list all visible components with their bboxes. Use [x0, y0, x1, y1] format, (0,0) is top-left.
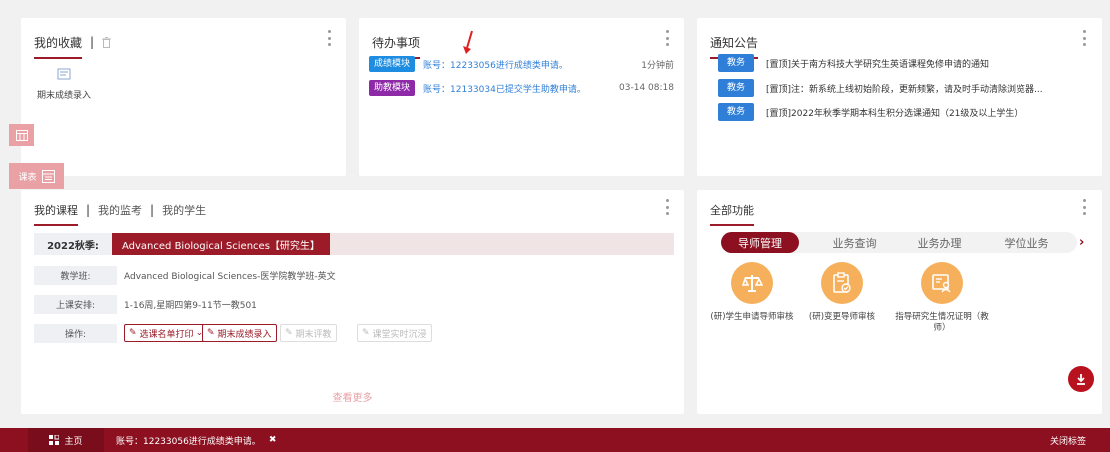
notice-text[interactable]: [置顶]关于南方科技大学研究生英语课程免修申请的通知	[766, 57, 989, 70]
functions-header: 全部功能	[710, 200, 754, 226]
course-title[interactable]: Advanced Biological Sciences【研究生】	[112, 233, 330, 255]
roster-print-button[interactable]: ✎ 选课名单打印 ⌄	[124, 324, 209, 342]
close-tabs-button[interactable]: 关闭标签	[1050, 428, 1086, 452]
grade-entry-icon	[57, 68, 71, 80]
notice-item[interactable]: 教务 [置顶]注：新系统上线初始阶段，更新频繁，请及时手动清除浏览器...	[718, 79, 1092, 97]
todo-text[interactable]: 账号：12133034已提交学生助教申请。	[423, 82, 619, 95]
semester-label: 2022秋季:	[34, 233, 112, 255]
course-eval-button[interactable]: ✎ 期末评教	[280, 324, 337, 342]
grade-entry-button[interactable]: ✎ 期末成绩录入	[202, 324, 277, 342]
course-eval-label: 期末评教	[295, 329, 332, 340]
function-label: 指导研究生情况证明（教师）	[895, 312, 989, 333]
courses-menu-icon[interactable]	[664, 199, 670, 215]
functions-menu-icon[interactable]	[1081, 199, 1087, 215]
tab-degree-business[interactable]: 学位业务	[984, 232, 1069, 253]
notice-title: 通知公告	[710, 35, 759, 59]
edit-icon: ✎	[285, 328, 293, 338]
semester-row: 2022秋季: Advanced Biological Sciences【研究生…	[34, 233, 674, 255]
calendar-side-tab[interactable]	[9, 124, 34, 146]
notice-menu-icon[interactable]	[1081, 30, 1087, 46]
tab-tutor-management[interactable]: 导师管理	[721, 232, 799, 253]
function-label: (研)学生申请导师审核	[710, 312, 794, 322]
roster-print-label: 选课名单打印	[139, 329, 194, 340]
open-tab-label: 账号：12233056进行成绩类申请。	[116, 436, 261, 447]
divider: |	[90, 35, 95, 49]
function-item[interactable]: (研)学生申请导师审核	[702, 262, 802, 323]
calendar-icon	[15, 129, 28, 141]
notice-card: 通知公告 教务 [置顶]关于南方科技大学研究生英语课程免修申请的通知 教务 [置…	[697, 18, 1102, 176]
home-grid-icon	[49, 435, 60, 445]
function-item[interactable]: (研)变更导师审核	[792, 262, 892, 323]
grade-entry-label: 期末成绩录入	[217, 329, 272, 340]
favorites-menu-icon[interactable]	[326, 30, 332, 46]
courses-card: 我的课程 | 我的监考 | 我的学生 2022秋季: Advanced Biol…	[21, 190, 684, 414]
tab-business-query[interactable]: 业务查询	[812, 232, 897, 253]
todo-item[interactable]: 助教模块 账号：12133034已提交学生助教申请。 03-14 08:18	[369, 80, 674, 96]
notice-text[interactable]: [置顶]注：新系统上线初始阶段，更新频繁，请及时手动清除浏览器...	[766, 82, 1043, 95]
edit-icon: ✎	[362, 328, 370, 338]
open-tab[interactable]: 账号：12233056进行成绩类申请。 ✖	[116, 428, 276, 452]
view-more-link[interactable]: 查看更多	[21, 389, 684, 404]
bottom-tab-bar: 主页 账号：12233056进行成绩类申请。 ✖ 关闭标签	[0, 428, 1110, 452]
notice-tag: 教务	[718, 103, 755, 121]
todo-time: 03-14 08:18	[619, 83, 674, 93]
todo-tag: 助教模块	[369, 80, 416, 96]
schedule-value: 1-16周,星期四第9-11节一教501	[124, 301, 257, 311]
trash-icon[interactable]	[102, 36, 112, 48]
notice-header: 通知公告	[710, 32, 759, 59]
favorite-item[interactable]: 期末成绩录入	[34, 68, 94, 101]
tab-my-courses[interactable]: 我的课程	[34, 202, 78, 226]
divider: |	[150, 203, 155, 217]
red-arrow-annotation-icon	[463, 30, 473, 54]
clipboard-check-icon	[821, 262, 863, 304]
favorites-header: 我的收藏 |	[34, 32, 112, 59]
edit-icon: ✎	[207, 328, 215, 338]
function-item[interactable]: 指导研究生情况证明（教师）	[892, 262, 992, 334]
function-label: (研)变更导师审核	[808, 312, 876, 322]
todo-card: 待办事项 成绩模块 账号：12233056进行成绩类申请。 1分钟前 助教模块 …	[359, 18, 684, 176]
class-value: Advanced Biological Sciences-医学院教学班-英文	[124, 272, 336, 282]
todo-menu-icon[interactable]	[664, 30, 670, 46]
download-icon	[1077, 374, 1085, 385]
close-icon[interactable]: ✖	[269, 435, 277, 445]
ops-label: 操作:	[34, 324, 117, 343]
todo-header: 待办事项	[372, 32, 421, 59]
schedule-side-label: 课表	[18, 172, 37, 183]
schedule-label: 上课安排:	[34, 295, 117, 314]
schedule-side-tab[interactable]: 课表	[9, 163, 64, 189]
timetable-icon	[41, 169, 55, 183]
scale-icon	[731, 262, 773, 304]
favorite-item-label: 期末成绩录入	[36, 91, 91, 101]
home-tab[interactable]: 主页	[28, 428, 104, 452]
id-card-icon	[921, 262, 963, 304]
functions-title: 全部功能	[710, 204, 754, 226]
realtime-class-label: 课堂实时沉浸	[372, 329, 427, 340]
notice-item[interactable]: 教务 [置顶]2022年秋季学期本科生积分选课通知（21级及以上学生）	[718, 103, 1092, 121]
chevron-right-icon[interactable]: ›	[1079, 232, 1084, 253]
edit-icon: ✎	[129, 328, 137, 338]
tab-business-handle[interactable]: 业务办理	[897, 232, 982, 253]
tab-my-invigilation[interactable]: 我的监考	[98, 202, 142, 218]
todo-time: 1分钟前	[641, 60, 674, 71]
todo-item[interactable]: 成绩模块 账号：12233056进行成绩类申请。 1分钟前	[369, 56, 674, 72]
home-tab-label: 主页	[64, 436, 83, 447]
favorites-card: 我的收藏 | 期末成绩录入	[21, 18, 346, 176]
notice-text[interactable]: [置顶]2022年秋季学期本科生积分选课通知（21级及以上学生）	[766, 106, 1023, 119]
todo-tag: 成绩模块	[369, 56, 416, 72]
courses-tabs: 我的课程 | 我的监考 | 我的学生	[34, 200, 206, 226]
class-label: 教学班:	[34, 266, 117, 285]
notice-tag: 教务	[718, 54, 755, 72]
tab-my-students[interactable]: 我的学生	[162, 202, 206, 218]
download-button[interactable]	[1068, 366, 1094, 392]
favorites-title: 我的收藏	[34, 35, 83, 59]
notice-tag: 教务	[718, 79, 755, 97]
realtime-class-button[interactable]: ✎ 课堂实时沉浸	[357, 324, 432, 342]
todo-text[interactable]: 账号：12233056进行成绩类申请。	[423, 58, 641, 71]
notice-item[interactable]: 教务 [置顶]关于南方科技大学研究生英语课程免修申请的通知	[718, 54, 1092, 72]
functions-card: 全部功能 导师管理 业务查询 业务办理 学位业务 › (研)学生申请导师审核 (…	[697, 190, 1102, 414]
todo-title: 待办事项	[372, 35, 421, 59]
divider: |	[86, 203, 91, 217]
